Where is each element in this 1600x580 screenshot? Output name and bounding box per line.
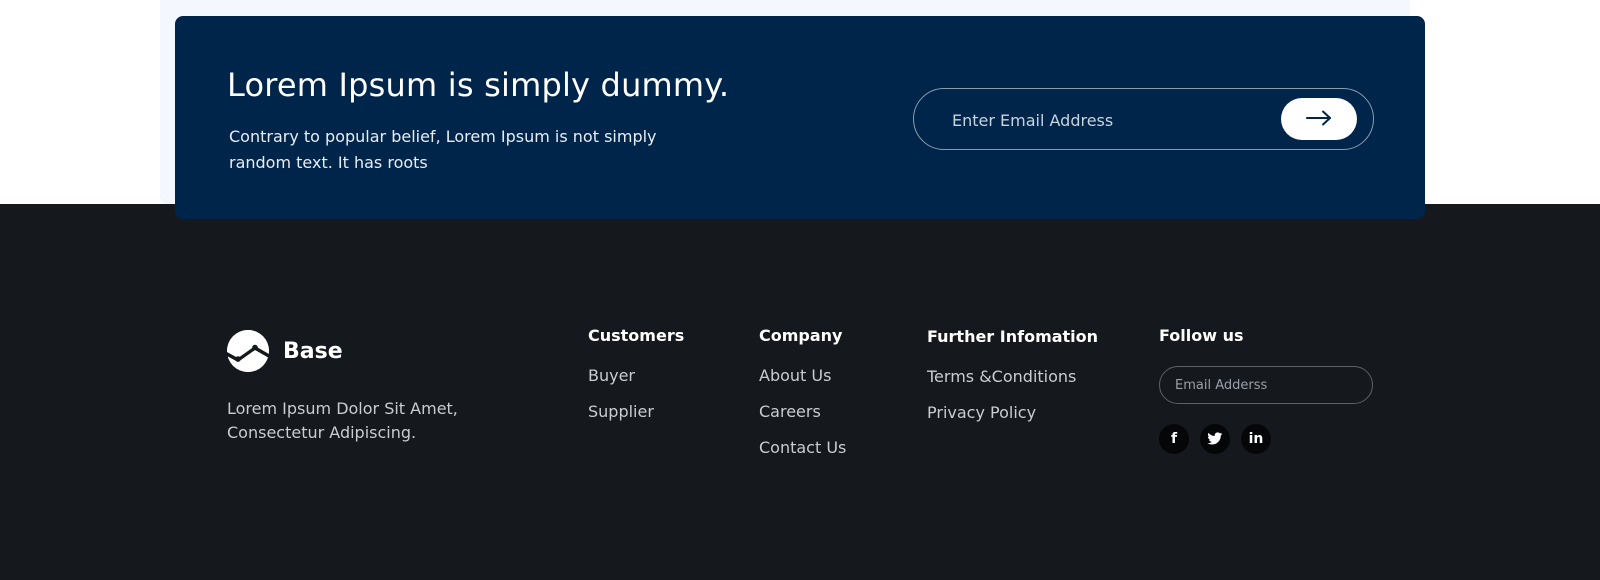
brand-name: Base (283, 338, 343, 364)
arrow-right-icon (1306, 110, 1332, 129)
newsletter-subscribe-form (913, 88, 1374, 150)
footer-column-company: Company About Us Careers Contact Us (759, 326, 846, 474)
footer-link-buyer[interactable]: Buyer (588, 366, 684, 402)
footer-column-further-information: Further Infomation Terms &Conditions Pri… (927, 327, 1098, 439)
linkedin-icon[interactable]: in (1241, 424, 1271, 454)
newsletter-title: Lorem Ipsum is simply dummy. (227, 66, 730, 104)
follow-email-input[interactable] (1159, 366, 1373, 404)
column-heading: Further Infomation (927, 327, 1099, 346)
page: Lorem Ipsum is simply dummy. Contrary to… (0, 0, 1600, 580)
newsletter-banner: Lorem Ipsum is simply dummy. Contrary to… (175, 16, 1425, 219)
facebook-icon[interactable]: f (1159, 424, 1189, 454)
column-heading: Customers (588, 326, 685, 345)
footer-brand[interactable]: Base (227, 330, 343, 372)
newsletter-text: Contrary to popular belief, Lorem Ipsum … (229, 127, 657, 172)
column-heading: Company (759, 326, 843, 345)
footer-link-supplier[interactable]: Supplier (588, 402, 684, 438)
footer-link-about-us[interactable]: About Us (759, 366, 846, 402)
footer-column-follow-us: Follow us f in (1159, 326, 1373, 454)
footer-link-careers[interactable]: Careers (759, 402, 846, 438)
footer-link-privacy-policy[interactable]: Privacy Policy (927, 403, 1098, 439)
newsletter-submit-button[interactable] (1281, 98, 1357, 140)
column-heading: Follow us (1159, 326, 1244, 345)
newsletter-email-input[interactable] (952, 108, 1282, 132)
footer-link-terms[interactable]: Terms &Conditions (927, 367, 1098, 403)
footer-column-customers: Customers Buyer Supplier (588, 326, 684, 438)
footer-link-contact-us[interactable]: Contact Us (759, 438, 846, 474)
social-links: f in (1159, 424, 1373, 454)
twitter-icon[interactable] (1200, 424, 1230, 454)
brand-description: Lorem Ipsum Dolor Sit Amet, Consectetur … (227, 399, 458, 442)
chart-logo-icon (227, 330, 269, 372)
